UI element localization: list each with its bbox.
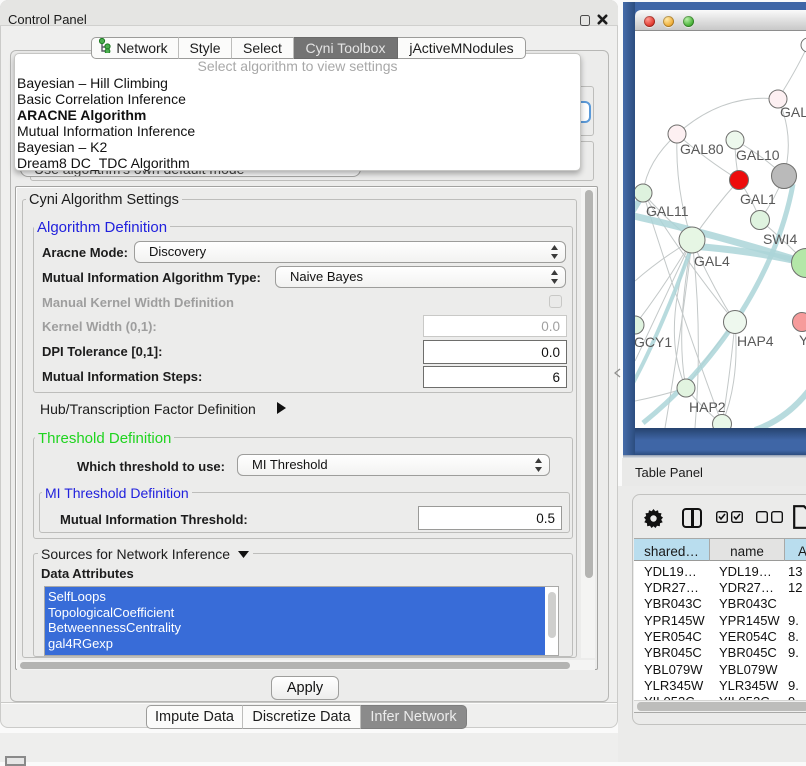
svg-text:Y: Y <box>799 332 806 348</box>
svg-text:GCY1: GCY1 <box>635 334 672 350</box>
svg-text:HAP2: HAP2 <box>689 399 726 415</box>
svg-text:GAL11: GAL11 <box>646 203 689 219</box>
svg-text:GAL1: GAL1 <box>740 191 776 207</box>
svg-text:SWI4: SWI4 <box>763 231 797 247</box>
svg-text:HAP4: HAP4 <box>737 333 774 349</box>
svg-text:GAL80: GAL80 <box>680 141 724 157</box>
svg-text:GAL10: GAL10 <box>736 147 780 163</box>
svg-text:GAL: GAL <box>780 104 806 120</box>
svg-text:GAL4: GAL4 <box>694 253 730 269</box>
